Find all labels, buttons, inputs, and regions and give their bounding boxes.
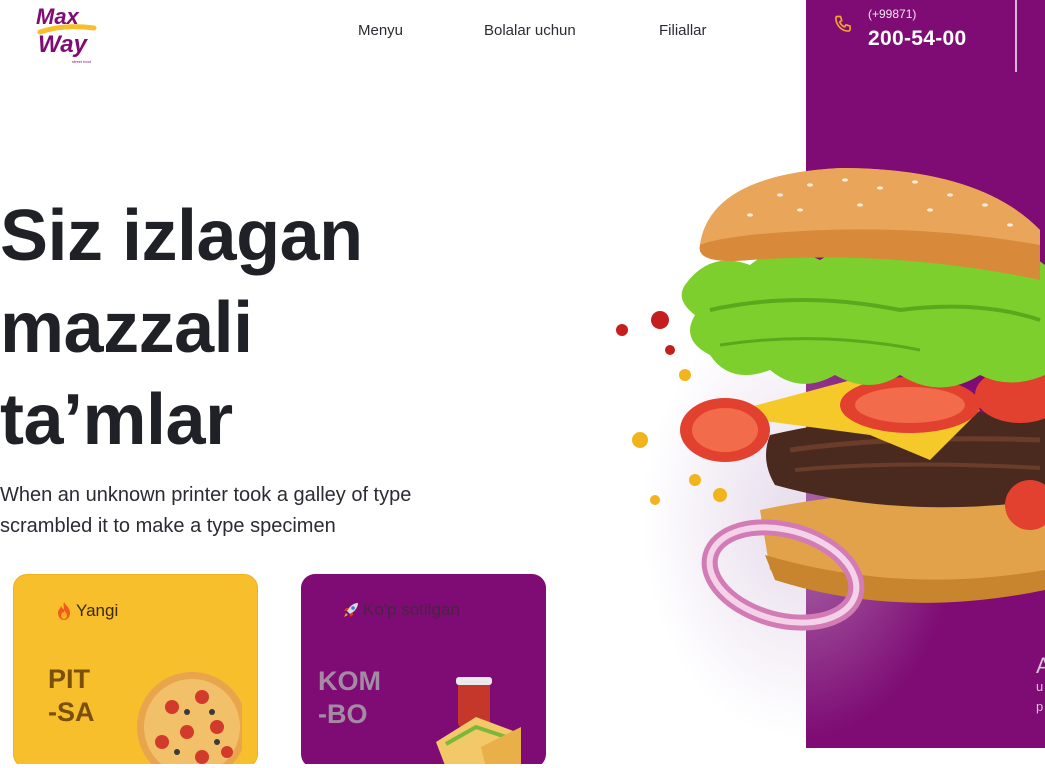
hero-title-line-1: Siz izlagan [0,196,363,276]
rocket-icon [344,603,358,617]
nav-branches-link[interactable]: Filiallar [659,22,707,39]
pizza-image [137,672,242,767]
combo-image [436,677,521,768]
hero-title: Siz izlagan mazzali ta’mlar [0,190,363,466]
svg-text:Way: Way [38,31,89,58]
card-new-badge-label: Yangi [76,601,119,620]
card-bestseller-combo[interactable]: Ko'p sotilgan KOM -BO [301,574,546,768]
card-new-badge: Yangi [54,601,118,621]
hero-subtitle: When an unknown printer took a galley of… [0,484,412,537]
svg-text:street food: street food [72,59,91,64]
bottom-edge [0,764,1045,768]
max-way-logo[interactable]: Max Way street food [34,0,100,66]
card-bestseller-title: KOM -BO [318,666,381,729]
header-divider [1015,0,1017,72]
card-bestseller-badge-label: Ko'p sotilgan [363,600,460,619]
hero-title-line-2: mazzali [0,288,253,368]
phone-number[interactable]: 200-54-00 [868,27,966,51]
nav-menu-link[interactable]: Menyu [358,22,403,39]
card-new-title: PIT -SA [48,664,95,727]
phone-icon[interactable] [833,14,853,34]
hero-title-line-3: ta’mlar [0,380,233,460]
card-new-pizza[interactable]: Yangi PIT -SA [13,574,258,768]
nav-kids-link[interactable]: Bolalar uchun [484,22,576,39]
burger-image [616,168,1045,631]
phone-country-code: (+99871) [868,7,917,21]
card-bestseller-badge: Ko'p sotilgan [341,600,460,620]
fire-icon [58,602,70,620]
